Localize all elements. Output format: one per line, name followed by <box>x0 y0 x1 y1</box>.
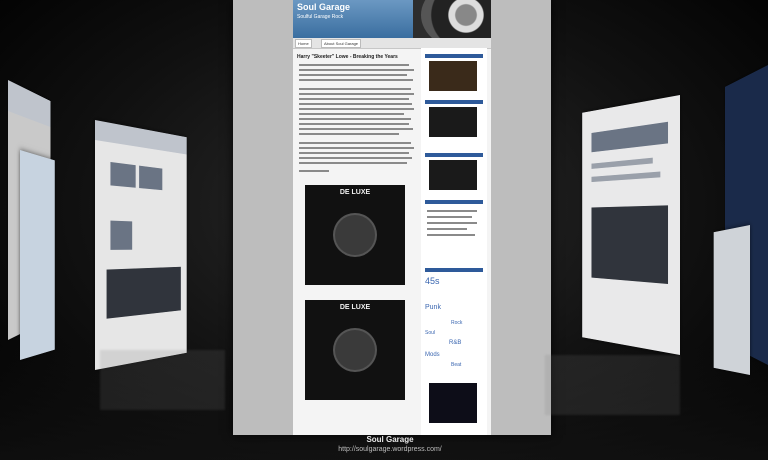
post-text-line <box>299 123 409 125</box>
page-header <box>95 120 187 155</box>
record-label-name: DE LUXE <box>339 304 371 311</box>
sidebar-heading <box>425 153 483 157</box>
page-text-line <box>591 171 661 183</box>
sidebar-heading <box>425 54 483 58</box>
post-text-line <box>299 108 414 110</box>
nav-home[interactable]: Home <box>295 39 312 48</box>
background-page-left[interactable] <box>95 120 187 370</box>
sidebar-image[interactable] <box>429 160 477 190</box>
vinyl-record-image[interactable]: DE LUXE <box>305 300 405 400</box>
tag-cloud-item[interactable]: R&B <box>449 340 461 346</box>
caption: Soul Garage http://soulgarage.wordpress.… <box>300 435 480 453</box>
tag-cloud-item[interactable]: Rock <box>451 320 462 326</box>
focused-page-content: Soul Garage Soulful Garage Rock Home Abo… <box>293 0 491 435</box>
page-text-line <box>591 157 653 169</box>
vinyl-record-icon <box>335 330 375 370</box>
sidebar-link[interactable] <box>427 210 477 212</box>
vinyl-record-image[interactable]: DE LUXE <box>305 185 405 285</box>
post-text-line <box>299 133 399 135</box>
page-thumbnail <box>139 165 163 191</box>
page-dark-band <box>591 205 669 284</box>
post-text-line <box>299 147 414 149</box>
sidebar-heading <box>425 100 483 104</box>
post-text-line <box>299 152 409 154</box>
post-text-line <box>299 157 412 159</box>
background-page-left-small[interactable] <box>20 150 55 360</box>
nav-about[interactable]: About Soul Garage <box>321 39 362 48</box>
record-label-name: DE LUXE <box>339 189 371 196</box>
reflection <box>100 350 225 410</box>
tag-cloud-item[interactable]: 45s <box>425 276 440 286</box>
post-text-line <box>299 74 407 76</box>
vinyl-record-icon <box>335 215 375 255</box>
background-page-right[interactable] <box>582 95 680 355</box>
sidebar-image[interactable] <box>429 107 477 137</box>
post-title[interactable]: Harry "Skeeter" Lowe - Breaking the Year… <box>297 54 398 60</box>
post-text-line <box>299 142 411 144</box>
caption-title: Soul Garage <box>366 435 414 444</box>
sidebar-heading <box>425 200 483 204</box>
page-thumbnail <box>110 220 133 250</box>
post-text-line <box>299 88 411 90</box>
sidebar-image[interactable] <box>429 61 477 91</box>
sidebar-link[interactable] <box>427 228 467 230</box>
tag-cloud-item[interactable]: Beat <box>451 362 461 368</box>
post-text-line <box>299 170 329 172</box>
caption-url[interactable]: http://soulgarage.wordpress.com/ <box>300 446 480 453</box>
post-text-line <box>299 79 413 81</box>
page-thumbnail <box>110 161 136 188</box>
tag-cloud-item[interactable]: Soul <box>425 330 435 336</box>
post-text-line <box>299 103 412 105</box>
page-thumbnail-row <box>591 121 669 153</box>
sidebar-heading <box>425 268 483 272</box>
site-header: Soul Garage Soulful Garage Rock <box>293 0 491 50</box>
sidebar-link[interactable] <box>427 216 472 218</box>
background-page-right-small[interactable] <box>713 225 750 375</box>
reflection <box>545 355 680 415</box>
tag-cloud-item[interactable]: Punk <box>425 304 441 311</box>
focused-page[interactable]: Soul Garage Soulful Garage Rock Home Abo… <box>233 0 551 435</box>
site-tagline: Soulful Garage Rock <box>297 14 344 20</box>
sidebar-image[interactable] <box>429 383 477 423</box>
sidebar: 45s Punk Rock Soul R&B Mods Beat <box>421 48 487 435</box>
post-text-line <box>299 93 414 95</box>
site-title: Soul Garage <box>297 2 351 12</box>
cover-flow-stage: Soul Garage Soulful Garage Rock Home Abo… <box>0 0 768 460</box>
post-text-line <box>299 69 414 71</box>
page-header <box>8 80 51 128</box>
post-text-line <box>299 118 411 120</box>
post-text-line <box>299 128 413 130</box>
post-text-line <box>299 113 404 115</box>
post-text-line <box>299 98 409 100</box>
page-dark-band <box>106 266 181 319</box>
post-text-line <box>299 64 409 66</box>
tag-cloud-item[interactable]: Mods <box>425 352 440 358</box>
post-text-line <box>299 162 407 164</box>
sidebar-link[interactable] <box>427 222 477 224</box>
sidebar-link[interactable] <box>427 234 475 236</box>
